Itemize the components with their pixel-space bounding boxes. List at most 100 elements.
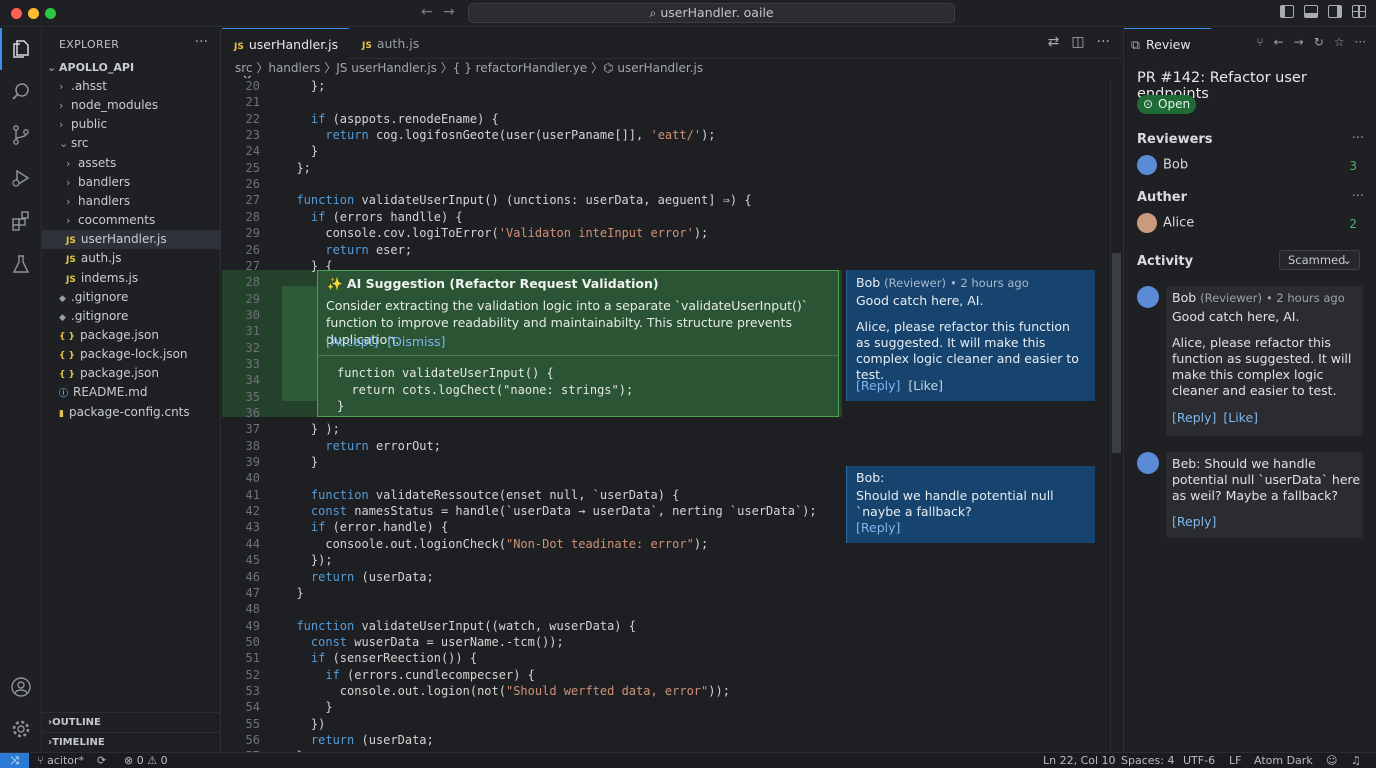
accounts-activity[interactable]: [0, 666, 42, 708]
tree-item[interactable]: ⌄ src: [42, 134, 221, 153]
reply-link[interactable]: [Reply]: [1172, 410, 1216, 425]
line-number: 38: [245, 438, 260, 453]
refresh-icon[interactable]: ↻: [1314, 35, 1324, 49]
customize-layout-icon[interactable]: [1352, 5, 1366, 18]
author-alice[interactable]: Alice: [1137, 213, 1194, 233]
tree-item[interactable]: { } package.json: [42, 364, 221, 383]
reply-link[interactable]: [Reply]: [1172, 514, 1216, 529]
back-arrow-icon[interactable]: ←: [421, 4, 433, 20]
tree-item[interactable]: ◆ .gitignore: [42, 307, 221, 326]
tree-item[interactable]: ▮ package-config.cnts: [42, 403, 221, 422]
accept-suggestion-link[interactable]: [Accept]: [326, 334, 378, 349]
line-number: 34: [245, 373, 260, 388]
color-theme[interactable]: Atom Dark: [1254, 753, 1313, 768]
more-actions-icon[interactable]: ···: [1355, 35, 1366, 49]
end-of-line[interactable]: LF: [1229, 753, 1241, 768]
manage-activity[interactable]: [0, 708, 42, 750]
reviewer-bob[interactable]: Bob: [1137, 155, 1188, 175]
indentation[interactable]: Spaces: 4: [1121, 753, 1174, 768]
tree-item[interactable]: › public: [42, 115, 221, 134]
code-text: function validateUserInput((ⱳatch, ⱳuser…: [296, 618, 636, 633]
pull-request-icon[interactable]: ⑂: [1256, 35, 1263, 49]
like-link[interactable]: [Like]: [1223, 410, 1258, 425]
scrollbar-thumb[interactable]: [1112, 253, 1121, 453]
code-line: 21: [222, 94, 1110, 110]
extensions-activity[interactable]: [0, 200, 42, 242]
code-text: console.out.logion(not("Should werfted d…: [282, 683, 730, 698]
code-line: 27 function validateUserInput() (unction…: [222, 192, 1110, 208]
tree-item[interactable]: › bandlers: [42, 173, 221, 192]
compare-changes-icon[interactable]: ⇄: [1048, 34, 1060, 50]
toggle-sidebar-icon[interactable]: [1280, 5, 1294, 18]
cursor-position[interactable]: Ln 22, Col 10: [1043, 753, 1116, 768]
editor-scrollbar[interactable]: [1110, 78, 1122, 752]
toggle-secondary-sidebar-icon[interactable]: [1328, 5, 1342, 18]
back-arrow-icon[interactable]: ←: [1274, 35, 1284, 49]
tree-item[interactable]: › node_modules: [42, 96, 221, 115]
tree-item[interactable]: › assets: [42, 154, 221, 173]
tree-item-label: package.json: [79, 366, 159, 381]
bell-icon[interactable]: ♫: [1351, 753, 1361, 768]
more-actions-icon[interactable]: ···: [195, 34, 208, 50]
tree-item[interactable]: JS userHandler.js: [42, 230, 221, 250]
more-actions-icon[interactable]: ···: [1352, 189, 1364, 204]
explorer-activity[interactable]: [0, 28, 42, 70]
remote-indicator-icon[interactable]: ⤨: [0, 753, 29, 768]
code-text: console.cov.logiToError('Validaton inteI…: [282, 226, 709, 241]
toggle-panel-icon[interactable]: [1304, 5, 1318, 18]
search-activity[interactable]: [0, 71, 42, 113]
line-number: 53: [245, 683, 260, 698]
breadcrumb[interactable]: src 〉handlers 〉JS userHandler.js 〉{ } re…: [222, 59, 1122, 78]
dismiss-suggestion-link[interactable]: [Dismiss]: [387, 334, 445, 349]
reply-link[interactable]: [Reply]: [856, 520, 900, 535]
tree-item[interactable]: { } package-lock.json: [42, 345, 221, 364]
source-control-activity[interactable]: [0, 114, 42, 156]
tree-item-label: .ahsst: [71, 79, 107, 93]
account-icon: [11, 677, 31, 697]
tree-item[interactable]: › .ahsst: [42, 77, 221, 96]
tree-item[interactable]: JS indems.js: [42, 269, 221, 288]
tree-item[interactable]: JS auth.js: [42, 249, 221, 268]
like-link[interactable]: [Like]: [908, 378, 943, 393]
run-debug-activity[interactable]: [0, 157, 42, 199]
tab-review[interactable]: ⧉ Review: [1124, 28, 1211, 59]
code-line: 26 return eser;: [222, 242, 1110, 258]
line-number: 47: [245, 585, 260, 600]
problems-indicator[interactable]: ⊗ 0 ⚠ 0: [124, 753, 168, 768]
outline-section[interactable]: ›OUTLINE: [42, 712, 221, 732]
gear-icon: [12, 720, 30, 738]
tree-item[interactable]: ⓘ README.md: [42, 383, 221, 402]
tree-item[interactable]: { } package.json: [42, 326, 221, 345]
tree-item[interactable]: › cocomments: [42, 211, 221, 230]
tree-item[interactable]: › handlers: [42, 192, 221, 211]
encoding[interactable]: UTF-6: [1183, 753, 1215, 768]
branch-indicator[interactable]: ⑂ acitor*: [37, 753, 84, 768]
close-window-button[interactable]: [11, 8, 22, 19]
forward-arrow-icon[interactable]: →: [1294, 35, 1304, 49]
chevron-right-icon: ›: [66, 194, 71, 208]
more-actions-icon[interactable]: ···: [1352, 131, 1364, 146]
more-actions-icon[interactable]: ···: [1097, 34, 1110, 50]
split-editor-icon[interactable]: ◫: [1071, 34, 1084, 50]
code-line: 48: [222, 601, 1110, 617]
code-line: 51 if (senserReection()) {: [222, 650, 1110, 666]
minimize-window-button[interactable]: [28, 8, 39, 19]
timeline-section[interactable]: ›TIMELINE: [42, 732, 221, 752]
testing-activity[interactable]: [0, 243, 42, 285]
feedback-icon[interactable]: ☺: [1326, 753, 1337, 768]
tab-userhandler[interactable]: JSuserHandler.js ×: [222, 28, 349, 86]
activity-filter-select[interactable]: Scammed ⌄: [1279, 250, 1360, 270]
star-icon[interactable]: ☆: [1334, 35, 1345, 49]
workspace-root[interactable]: ⌄ APOLLO_API: [42, 58, 221, 77]
line-number: 46: [245, 569, 260, 584]
tree-item[interactable]: ◆ .gitignore: [42, 288, 221, 307]
reply-link[interactable]: [Reply]: [856, 378, 900, 393]
comment-role: (Reviewer): [884, 276, 946, 290]
chevron-right-icon: ›: [59, 118, 64, 132]
command-center-search[interactable]: ⌕ userHandler. oaile: [468, 3, 955, 23]
code-text: if (errors handlle) {: [310, 209, 463, 224]
sync-icon[interactable]: ⟳: [97, 753, 106, 768]
maximize-window-button[interactable]: [45, 8, 56, 19]
forward-arrow-icon[interactable]: →: [443, 4, 455, 20]
tab-auth[interactable]: JS auth.js: [350, 28, 455, 59]
